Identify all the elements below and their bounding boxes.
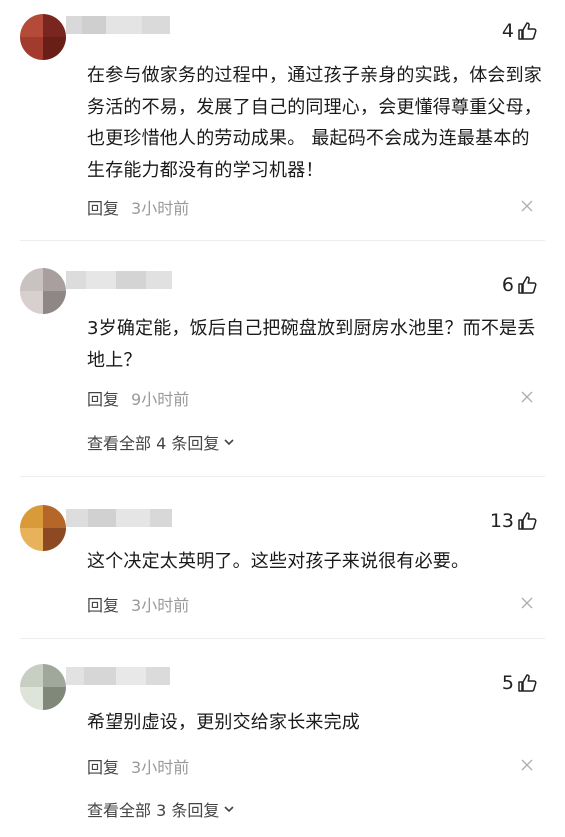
thumbs-up-icon bbox=[518, 512, 537, 530]
comment-text: 在参与做家务的过程中，通过孩子亲身的实践，体会到家务活的不易，发展了自己的同理心… bbox=[87, 65, 542, 181]
close-icon[interactable] bbox=[521, 391, 533, 403]
comment-meta: 回复 3小时前 bbox=[87, 754, 189, 778]
comment-text: 3岁确定能，饭后自己把碗盘放到厨房水池里？而不是丢地上？ bbox=[87, 318, 536, 371]
chevron-down-icon bbox=[224, 439, 234, 446]
view-all-replies-link[interactable]: 查看全部 4 条回复 bbox=[87, 430, 236, 454]
comment-meta: 回复 9小时前 bbox=[87, 386, 189, 410]
reply-button[interactable]: 回复 bbox=[87, 592, 119, 616]
comment-meta: 回复 3小时前 bbox=[87, 195, 189, 219]
close-icon[interactable] bbox=[521, 597, 533, 609]
divider bbox=[20, 240, 545, 241]
comment-text: 这个决定太英明了。这些对孩子来说很有必要。 bbox=[87, 551, 470, 572]
reply-button[interactable]: 回复 bbox=[87, 754, 119, 778]
like-button[interactable]: 6 bbox=[502, 274, 537, 296]
comment-text: 希望别虚设，更别交给家长来完成 bbox=[87, 712, 360, 733]
thumbs-up-icon bbox=[518, 22, 537, 40]
thumbs-up-icon bbox=[518, 276, 537, 294]
like-count: 4 bbox=[501, 20, 514, 42]
username-blurred[interactable] bbox=[66, 509, 186, 527]
like-count: 5 bbox=[501, 672, 514, 694]
timestamp: 3小时前 bbox=[131, 596, 190, 615]
close-icon[interactable] bbox=[521, 759, 533, 771]
timestamp: 3小时前 bbox=[131, 758, 190, 777]
comment-meta: 回复 3小时前 bbox=[87, 592, 189, 616]
chevron-down-icon bbox=[224, 806, 234, 813]
avatar[interactable] bbox=[20, 505, 66, 551]
like-button[interactable]: 5 bbox=[502, 672, 537, 694]
like-count: 6 bbox=[501, 274, 514, 296]
avatar[interactable] bbox=[20, 268, 66, 314]
timestamp: 9小时前 bbox=[131, 390, 190, 409]
like-button[interactable]: 13 bbox=[490, 510, 537, 532]
close-icon[interactable] bbox=[521, 200, 533, 212]
view-all-replies-link[interactable]: 查看全部 3 条回复 bbox=[87, 797, 236, 821]
view-all-replies-label: 查看全部 4 条回复 bbox=[87, 434, 220, 453]
thumbs-up-icon bbox=[518, 674, 537, 692]
like-count: 13 bbox=[489, 510, 514, 532]
username-blurred[interactable] bbox=[66, 271, 186, 289]
divider bbox=[20, 638, 545, 639]
username-blurred[interactable] bbox=[66, 667, 186, 685]
divider bbox=[20, 476, 545, 477]
like-button[interactable]: 4 bbox=[502, 20, 537, 42]
reply-button[interactable]: 回复 bbox=[87, 195, 119, 219]
timestamp: 3小时前 bbox=[131, 199, 190, 218]
reply-button[interactable]: 回复 bbox=[87, 386, 119, 410]
view-all-replies-label: 查看全部 3 条回复 bbox=[87, 801, 220, 820]
username-blurred[interactable] bbox=[66, 16, 186, 34]
avatar[interactable] bbox=[20, 14, 66, 60]
avatar[interactable] bbox=[20, 664, 66, 710]
